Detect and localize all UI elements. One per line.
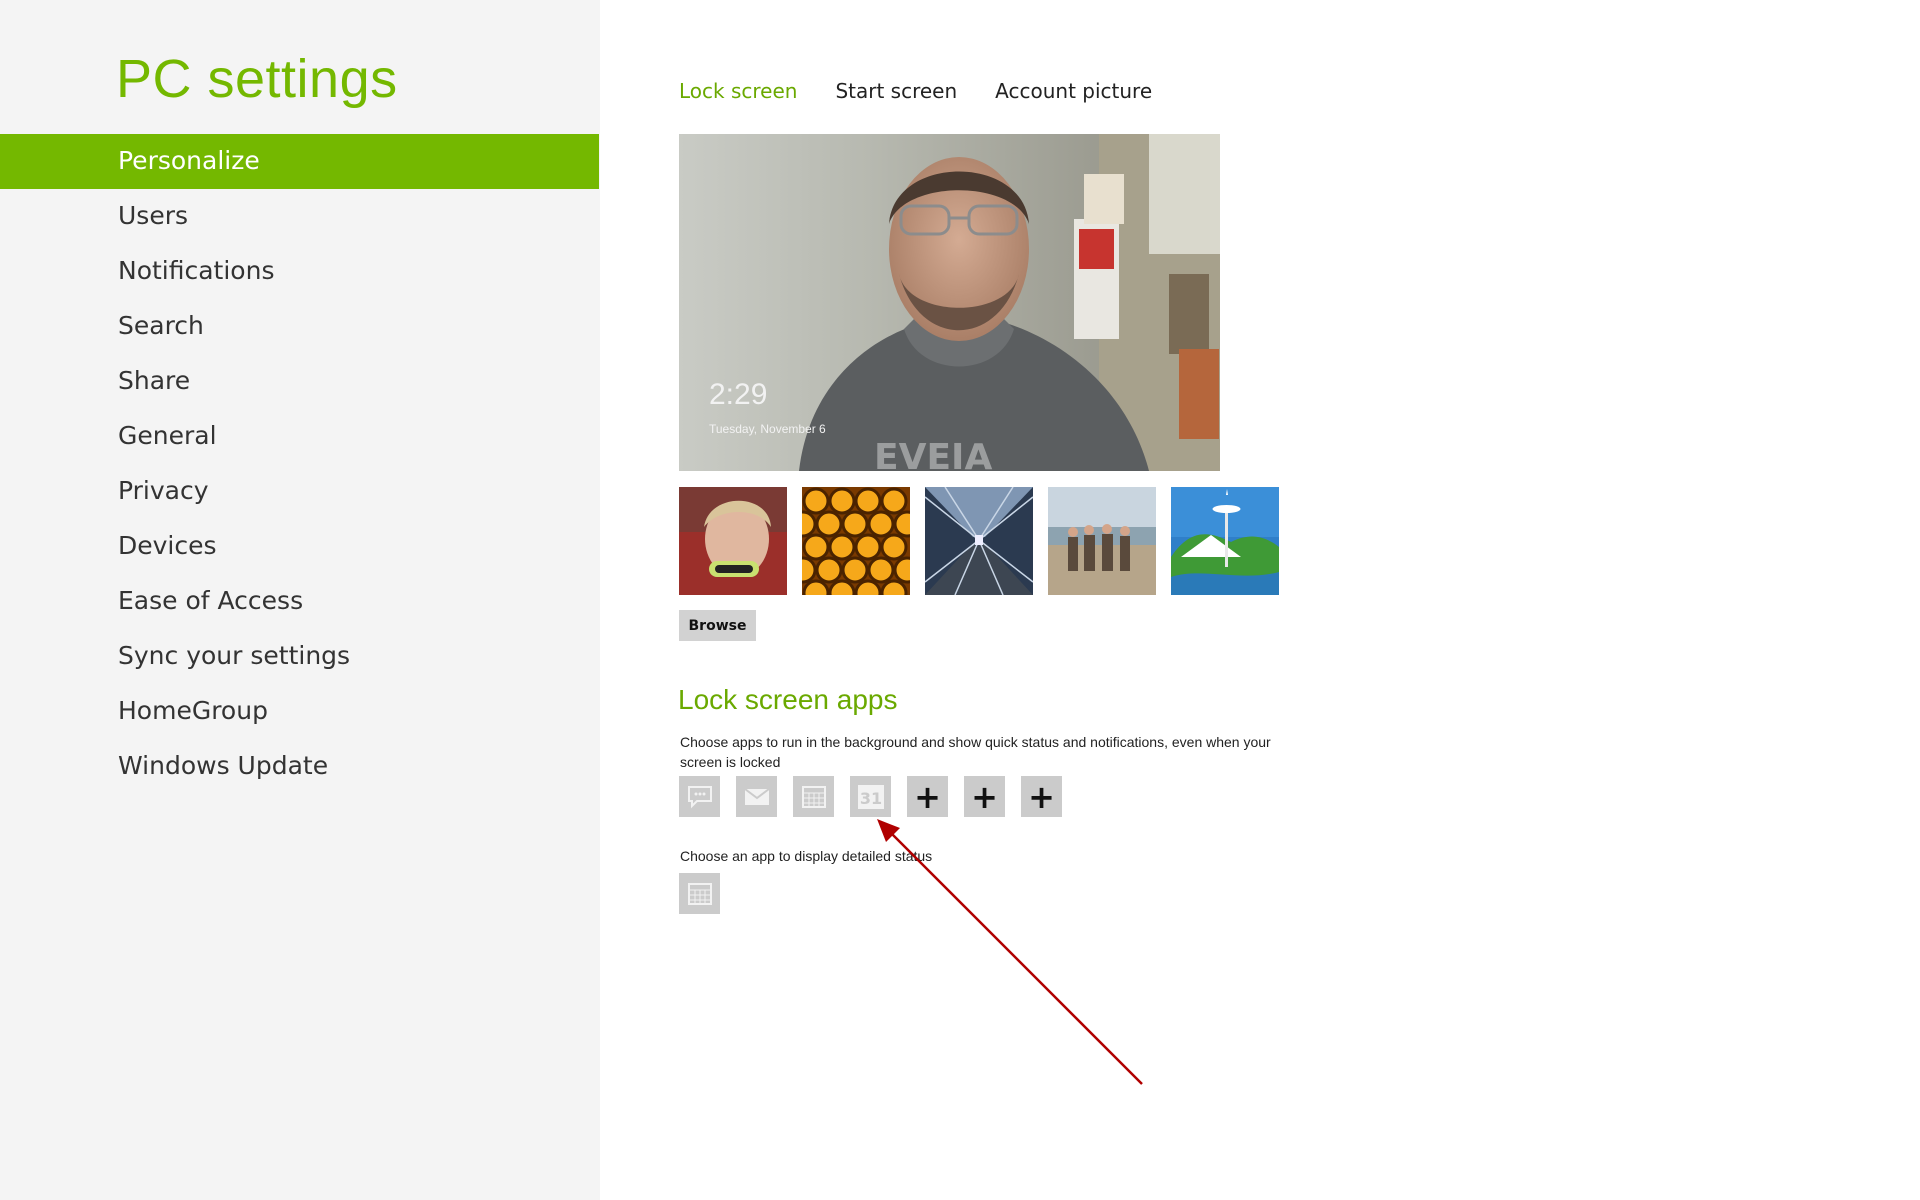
thumbnail-tunnel[interactable] bbox=[925, 487, 1033, 595]
thumbnail-honeycomb[interactable] bbox=[802, 487, 910, 595]
mail-app-slot[interactable] bbox=[736, 776, 777, 817]
sidebar-item-sync-settings[interactable]: Sync your settings bbox=[0, 629, 599, 684]
calendar-app-slot[interactable] bbox=[793, 776, 834, 817]
lock-screen-date: Tuesday, November 6 bbox=[709, 422, 826, 436]
sidebar-item-privacy[interactable]: Privacy bbox=[0, 464, 599, 519]
sidebar-item-ease-of-access[interactable]: Ease of Access bbox=[0, 574, 599, 629]
lock-screen-apps-description: Choose apps to run in the background and… bbox=[680, 734, 1271, 770]
sidebar-item-homegroup[interactable]: HomeGroup bbox=[0, 684, 599, 739]
add-app-slot-3[interactable]: + bbox=[1021, 776, 1062, 817]
detailed-status-label: Choose an app to display detailed status bbox=[680, 848, 933, 864]
sidebar: PC settings Personalize Users Notificati… bbox=[0, 0, 600, 1200]
lock-screen-photo: EVEIA bbox=[679, 134, 1220, 471]
calendar-icon bbox=[801, 785, 826, 808]
svg-text:EVEIA: EVEIA bbox=[874, 437, 992, 471]
add-icon: + bbox=[1028, 777, 1055, 816]
lock-screen-app-slots: 31 + + + bbox=[679, 776, 1078, 817]
add-icon: + bbox=[914, 777, 941, 816]
tab-start-screen[interactable]: Start screen bbox=[835, 79, 957, 103]
svg-text:31: 31 bbox=[859, 789, 881, 808]
detailed-status-app-slot[interactable] bbox=[679, 873, 720, 914]
add-icon: + bbox=[971, 777, 998, 816]
app-title: PC settings bbox=[116, 49, 398, 109]
sidebar-item-devices[interactable]: Devices bbox=[0, 519, 599, 574]
messaging-icon bbox=[687, 785, 712, 808]
sidebar-item-search[interactable]: Search bbox=[0, 299, 599, 354]
thumbnail-beach-group[interactable] bbox=[1048, 487, 1156, 595]
sidebar-item-windows-update[interactable]: Windows Update bbox=[0, 739, 599, 794]
lock-screen-time: 2:29 bbox=[709, 378, 768, 411]
lock-screen-preview: EVEIA 2:29 Tuesday, November 6 bbox=[679, 134, 1220, 471]
tab-lock-screen[interactable]: Lock screen bbox=[679, 79, 797, 103]
sidebar-item-share[interactable]: Share bbox=[0, 354, 599, 409]
messaging-app-slot[interactable] bbox=[679, 776, 720, 817]
calendar-31-icon: 31 bbox=[857, 784, 884, 809]
add-app-slot-2[interactable]: + bbox=[964, 776, 1005, 817]
sidebar-nav: Personalize Users Notifications Search S… bbox=[0, 134, 599, 794]
sidebar-item-general[interactable]: General bbox=[0, 409, 599, 464]
add-app-slot-1[interactable]: + bbox=[907, 776, 948, 817]
calendar-icon bbox=[687, 882, 712, 905]
lock-screen-apps-title: Lock screen apps bbox=[678, 684, 898, 715]
browse-button[interactable]: Browse bbox=[679, 610, 756, 641]
personalize-tabs: Lock screen Start screen Account picture bbox=[679, 79, 1190, 103]
calendar-31-app-slot[interactable]: 31 bbox=[850, 776, 891, 817]
sidebar-item-notifications[interactable]: Notifications bbox=[0, 244, 599, 299]
mail-icon bbox=[743, 787, 770, 805]
thumbnail-space-needle[interactable] bbox=[1171, 487, 1279, 595]
sidebar-item-users[interactable]: Users bbox=[0, 189, 599, 244]
sidebar-item-personalize[interactable]: Personalize bbox=[0, 134, 599, 189]
tab-account-picture[interactable]: Account picture bbox=[995, 79, 1152, 103]
background-thumbnails bbox=[679, 487, 1294, 595]
thumbnail-girl-photo[interactable] bbox=[679, 487, 787, 595]
